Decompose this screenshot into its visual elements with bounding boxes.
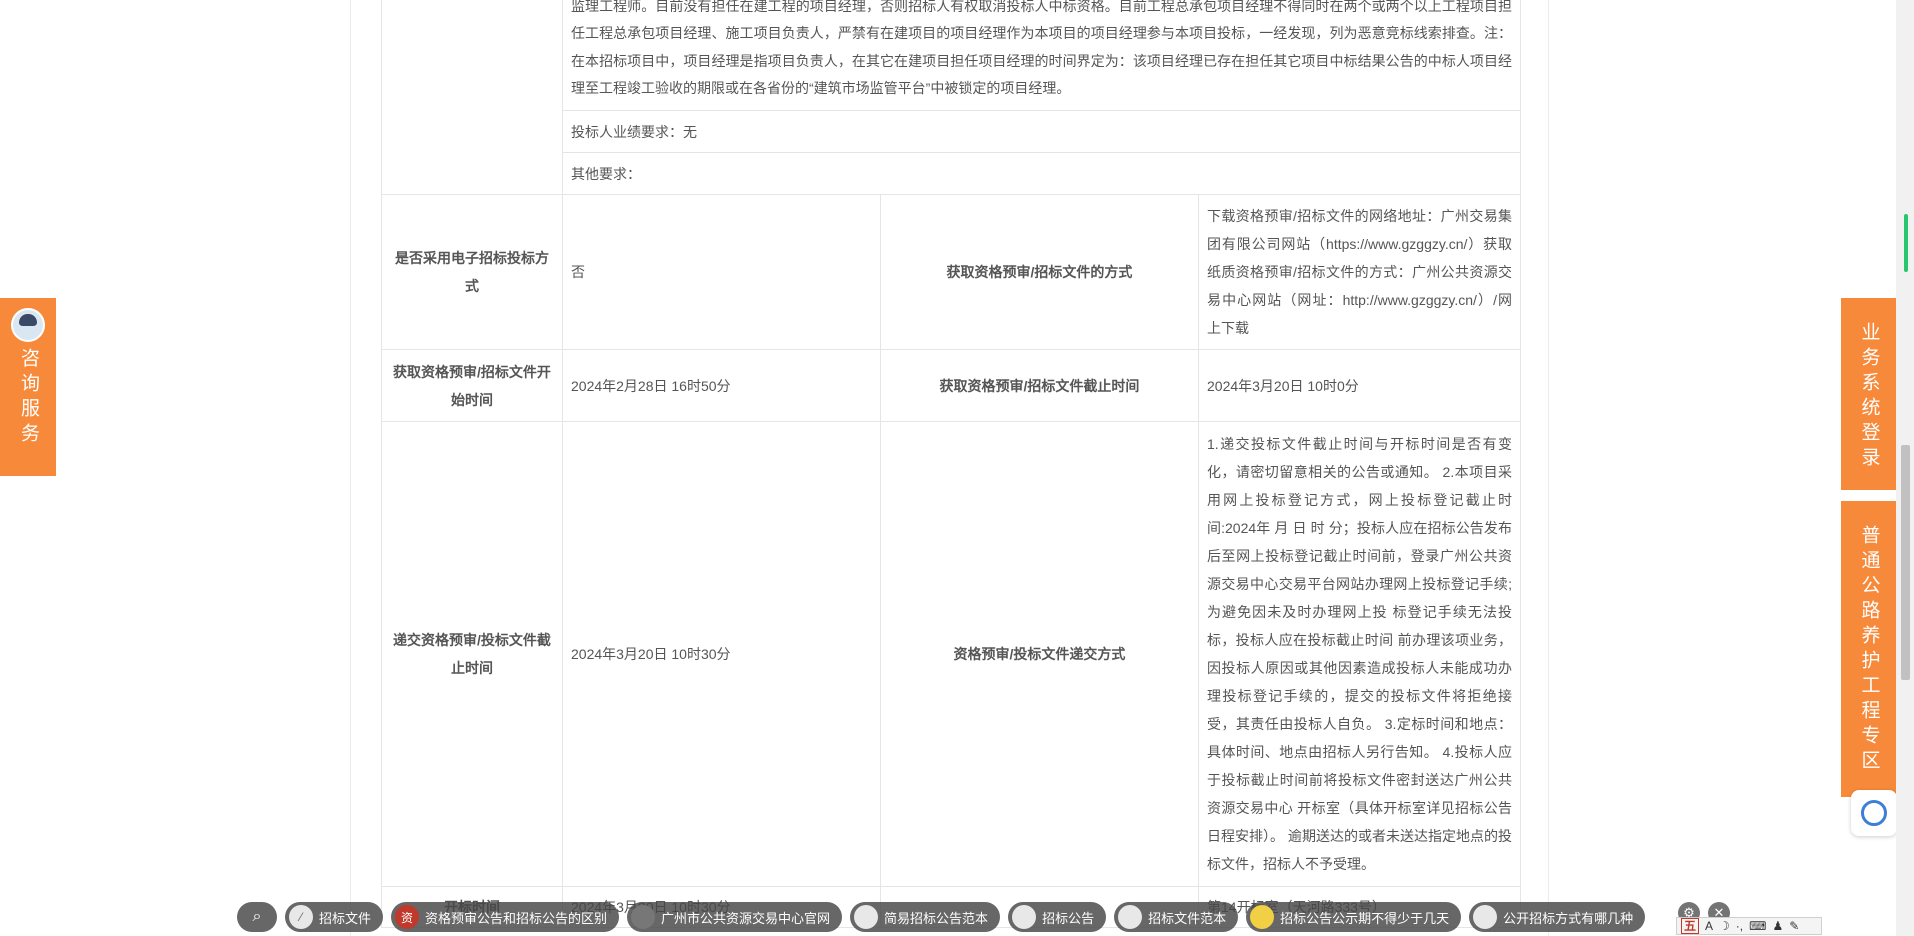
document-start-value: 2024年2月28日 16时50分 <box>562 349 881 422</box>
submission-method-value: 1.递交投标文件截止时间与开标时间是否有变化，请密切留意相关的公告或通知。 2.… <box>1197 421 1522 887</box>
related-link-4[interactable]: 招标公告 <box>1008 902 1107 932</box>
document-icon <box>854 905 879 929</box>
related-search-bar: ⌕ ⁄ 招标文件 资资格预审公告和招标公告的区别 广州市公共资源交易中心官网 简易… <box>237 902 1646 932</box>
related-link-7[interactable]: 公开招标方式有哪几种 <box>1469 902 1646 932</box>
main-content: 监理工程师。目前没有担任在建工程的项目经理，否则招标人有权取消投标人中标资格。目… <box>350 0 1549 936</box>
ime-lang-icon[interactable]: A <box>1705 919 1713 933</box>
document-icon: 资 <box>395 905 420 929</box>
ime-mode-icon[interactable]: 五 <box>1681 918 1700 934</box>
related-link-6[interactable]: 招标公告公示期不得少于几天 <box>1246 902 1462 932</box>
road-maintenance-zone-label: 普通公路养护工程专区 <box>1858 525 1880 775</box>
related-link-5[interactable]: 招标文件范本 <box>1114 902 1239 932</box>
submission-method-label: 资格预审/投标文件递交方式 <box>880 421 1199 887</box>
punctuation-icon[interactable]: ·, <box>1736 919 1743 933</box>
consult-service-label: 咨询服务 <box>18 348 39 448</box>
submission-deadline-label: 递交资格预审/投标文件截止时间 <box>381 421 563 887</box>
refresh-chat-icon <box>1861 800 1887 826</box>
document-end-value: 2024年3月20日 10时0分 <box>1197 349 1522 422</box>
business-system-login-label: 业务系统登录 <box>1858 322 1880 472</box>
document-icon <box>1012 905 1037 929</box>
qualification-paragraph: 监理工程师。目前没有担任在建工程的项目经理，否则招标人有权取消投标人中标资格。目… <box>561 0 1522 111</box>
document-method-value: 下载资格预审/招标文件的网络地址：广州交易集团有限公司网站（https://ww… <box>1197 194 1522 350</box>
related-link-1[interactable]: 资资格预审公告和招标公告的区别 <box>391 902 620 932</box>
document-icon <box>1118 905 1143 929</box>
ime-toolbar[interactable]: 五 A ☽ ·, ⌨ ♟ ✎ <box>1676 917 1822 935</box>
document-start-label: 获取资格预审/招标文件开始时间 <box>381 349 563 422</box>
document-method-label: 获取资格预审/招标文件的方式 <box>880 194 1199 350</box>
document-icon: ⁄ <box>289 905 313 929</box>
electronic-bidding-value: 否 <box>562 194 881 350</box>
consult-service-button[interactable]: 咨询服务 <box>0 298 56 476</box>
building-icon <box>631 905 656 929</box>
document-icon <box>1250 905 1275 929</box>
related-link-0[interactable]: ⁄ 招标文件 <box>285 902 384 932</box>
moon-icon[interactable]: ☽ <box>1719 919 1730 933</box>
customer-service-avatar-icon <box>11 308 45 342</box>
empty-label-cell <box>381 0 563 195</box>
document-end-label: 获取资格预审/招标文件截止时间 <box>880 349 1199 422</box>
search-button[interactable]: ⌕ <box>237 902 277 932</box>
electronic-bidding-label: 是否采用电子招标投标方式 <box>381 194 563 350</box>
road-maintenance-zone-button[interactable]: 普通公路养护工程专区 <box>1841 501 1896 797</box>
related-link-3[interactable]: 简易招标公告范本 <box>850 902 1001 932</box>
related-link-2[interactable]: 广州市公共资源交易中心官网 <box>627 902 843 932</box>
submission-deadline-value: 2024年3月20日 10时30分 <box>562 421 881 887</box>
search-icon: ⌕ <box>252 908 262 925</box>
tender-notice-table: 监理工程师。目前没有担任在建工程的项目经理，否则招标人有权取消投标人中标资格。目… <box>381 0 1522 928</box>
scrollbar-thumb[interactable] <box>1901 445 1910 680</box>
scroll-indicator <box>1904 214 1908 272</box>
user-icon[interactable]: ♟ <box>1772 919 1783 933</box>
wrench-icon[interactable]: ✎ <box>1789 919 1799 933</box>
performance-requirement: 投标人业绩要求：无 <box>561 110 1522 153</box>
keyboard-icon[interactable]: ⌨ <box>1749 919 1766 933</box>
other-requirement: 其他要求： <box>561 152 1522 195</box>
business-system-login-button[interactable]: 业务系统登录 <box>1841 298 1896 490</box>
chat-assistant-button[interactable] <box>1851 790 1897 836</box>
document-icon <box>1473 905 1498 929</box>
